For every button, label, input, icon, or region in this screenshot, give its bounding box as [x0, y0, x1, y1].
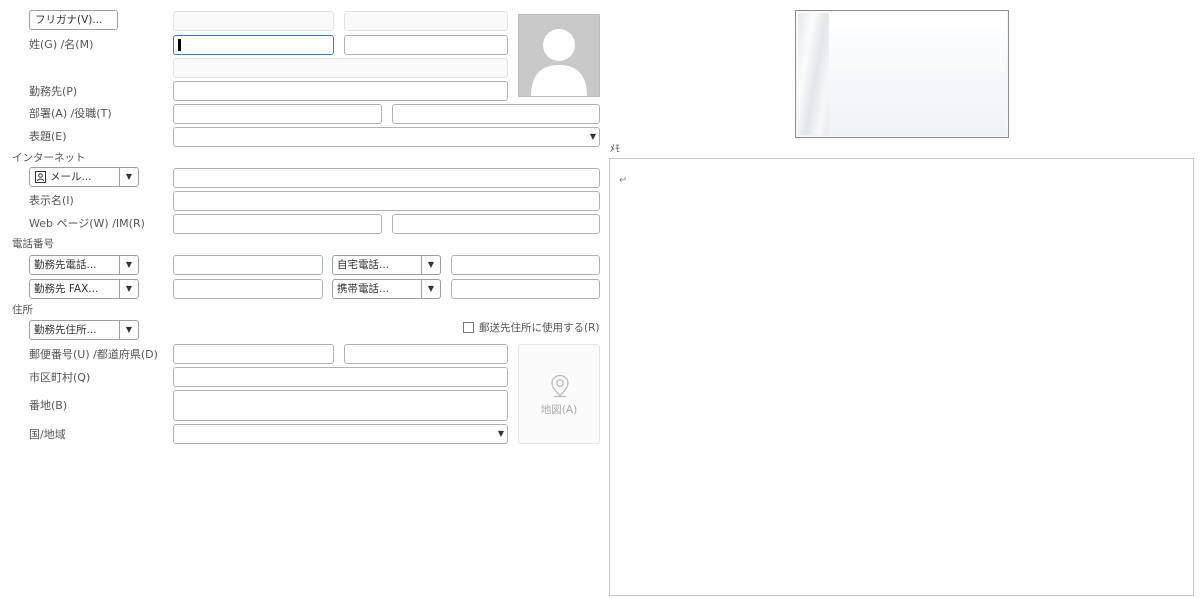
- first-name-input[interactable]: [344, 35, 508, 55]
- file-as-select[interactable]: ▼: [173, 127, 600, 147]
- address-book-icon: [35, 171, 46, 183]
- chevron-down-icon: ▼: [125, 260, 133, 269]
- web-page-input[interactable]: [173, 214, 382, 234]
- chevron-down-icon: ▼: [427, 260, 435, 269]
- furigana-last-field: [173, 11, 334, 31]
- zip-prefecture-label: 郵便番号(U) /都道府県(D): [29, 348, 158, 361]
- dept-title-label: 部署(A) /役職(T): [29, 107, 112, 120]
- city-input[interactable]: [173, 367, 508, 387]
- last-name-input[interactable]: [173, 35, 334, 55]
- chevron-down-icon: ▼: [427, 284, 435, 293]
- postal-code-input[interactable]: [173, 344, 334, 364]
- chevron-down-icon: ▼: [125, 284, 133, 293]
- business-phone-input[interactable]: [173, 255, 323, 275]
- furigana-button[interactable]: フリガナ(V)...: [29, 10, 118, 30]
- phone-section-label: 電話番号: [12, 238, 54, 250]
- home-phone-dropdown-label: 自宅電話...: [337, 259, 390, 271]
- street-label: 番地(B): [29, 399, 68, 412]
- business-fax-input[interactable]: [173, 279, 323, 299]
- business-fax-dropdown-label: 勤務先 FAX...: [34, 283, 99, 295]
- notes-label: ﾒﾓ: [610, 144, 620, 155]
- business-phone-dropdown-label: 勤務先電話...: [34, 259, 97, 271]
- contact-photo[interactable]: [518, 14, 600, 97]
- text-caret: [178, 39, 181, 51]
- im-address-input[interactable]: [392, 214, 600, 234]
- address-section-label: 住所: [12, 304, 33, 316]
- internet-section-label: インターネット: [12, 152, 86, 164]
- notes-content: ↵: [619, 175, 628, 186]
- map-pin-icon: [551, 374, 569, 398]
- home-phone-input[interactable]: [451, 255, 600, 275]
- job-title-input[interactable]: [392, 104, 600, 124]
- mobile-phone-dropdown[interactable]: 携帯電話... ▼: [332, 279, 441, 299]
- email-dropdown[interactable]: メール... ▼: [29, 167, 139, 187]
- chevron-down-icon: ▼: [125, 325, 133, 334]
- web-im-label: Web ページ(W) /IM(R): [29, 217, 145, 230]
- address-type-dropdown[interactable]: 勤務先住所... ▼: [29, 320, 139, 340]
- chevron-down-icon: ▼: [125, 172, 133, 181]
- mobile-phone-dropdown-label: 携帯電話...: [337, 283, 390, 295]
- country-label: 国/地域: [29, 428, 66, 441]
- street-input[interactable]: [173, 390, 508, 421]
- chevron-down-icon: ▼: [589, 132, 596, 141]
- chevron-down-icon: ▼: [497, 429, 504, 438]
- furigana-first-field: [344, 11, 508, 31]
- display-name-input[interactable]: [173, 191, 600, 211]
- city-label: 市区町村(Q): [29, 371, 91, 384]
- full-name-field: [173, 58, 508, 78]
- person-silhouette-icon: [531, 29, 587, 96]
- name-label: 姓(G) /名(M): [29, 38, 94, 51]
- notes-textarea[interactable]: ↵: [609, 158, 1194, 596]
- business-card-preview[interactable]: [795, 10, 1009, 138]
- file-as-label: 表題(E): [29, 130, 67, 143]
- map-button-label: 地図(A): [540, 404, 578, 416]
- business-phone-dropdown[interactable]: 勤務先電話... ▼: [29, 255, 139, 275]
- map-button[interactable]: 地図(A): [518, 344, 600, 444]
- prefecture-input[interactable]: [344, 344, 508, 364]
- company-label: 勤務先(P): [29, 85, 78, 98]
- home-phone-dropdown[interactable]: 自宅電話... ▼: [332, 255, 441, 275]
- email-dropdown-label: メール...: [50, 171, 92, 183]
- display-name-label: 表示名(I): [29, 194, 74, 207]
- mailing-address-checkbox[interactable]: [463, 322, 474, 333]
- card-stripe: [798, 13, 829, 135]
- company-input[interactable]: [173, 81, 508, 101]
- department-input[interactable]: [173, 104, 382, 124]
- mailing-address-label[interactable]: 郵送先住所に使用する(R): [479, 321, 600, 335]
- address-type-dropdown-label: 勤務先住所...: [34, 324, 97, 336]
- mobile-phone-input[interactable]: [451, 279, 600, 299]
- business-fax-dropdown[interactable]: 勤務先 FAX... ▼: [29, 279, 139, 299]
- email-input[interactable]: [173, 168, 600, 188]
- country-select[interactable]: ▼: [173, 424, 508, 444]
